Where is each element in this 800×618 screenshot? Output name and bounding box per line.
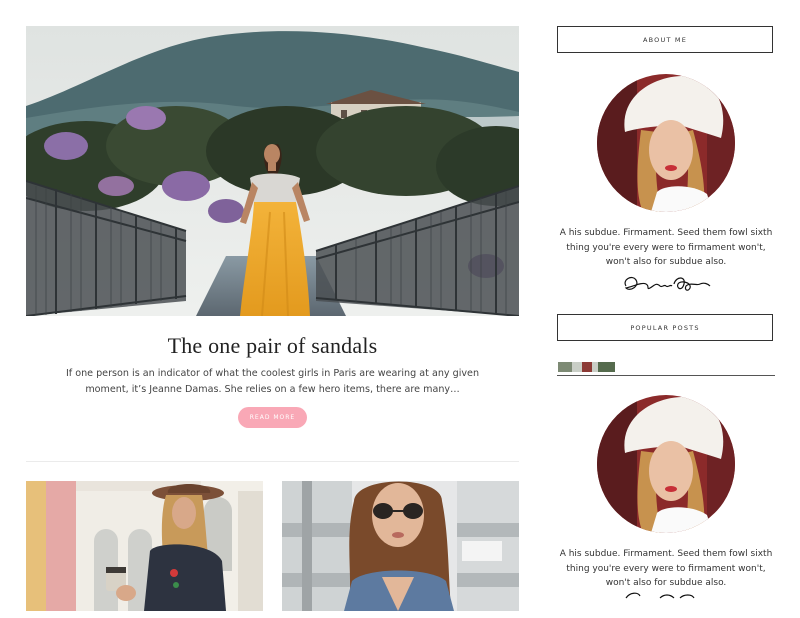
hero-image[interactable] [26, 26, 519, 316]
popular-posts-heading: POPULAR POSTS [557, 314, 773, 341]
popular-post-item[interactable] [557, 361, 775, 376]
about-text: A his subdue. Firmament. Seed them fowl … [559, 549, 773, 588]
post-divider [26, 461, 519, 462]
read-more-button[interactable]: READ MORE [238, 407, 307, 428]
post-title[interactable]: The one pair of sandals [26, 333, 519, 359]
about-avatar [597, 395, 735, 533]
about-avatar [597, 74, 735, 212]
post-excerpt: If one person is an indicator of what th… [65, 368, 480, 395]
signature-image [620, 590, 714, 618]
about-text: A his subdue. Firmament. Seed them fowl … [559, 228, 773, 267]
signature-image [620, 270, 714, 298]
post-card-image[interactable] [282, 481, 519, 611]
post-card-image[interactable] [26, 481, 263, 611]
popular-post-thumbnail[interactable] [558, 362, 615, 372]
about-me-heading: ABOUT ME [557, 26, 773, 53]
